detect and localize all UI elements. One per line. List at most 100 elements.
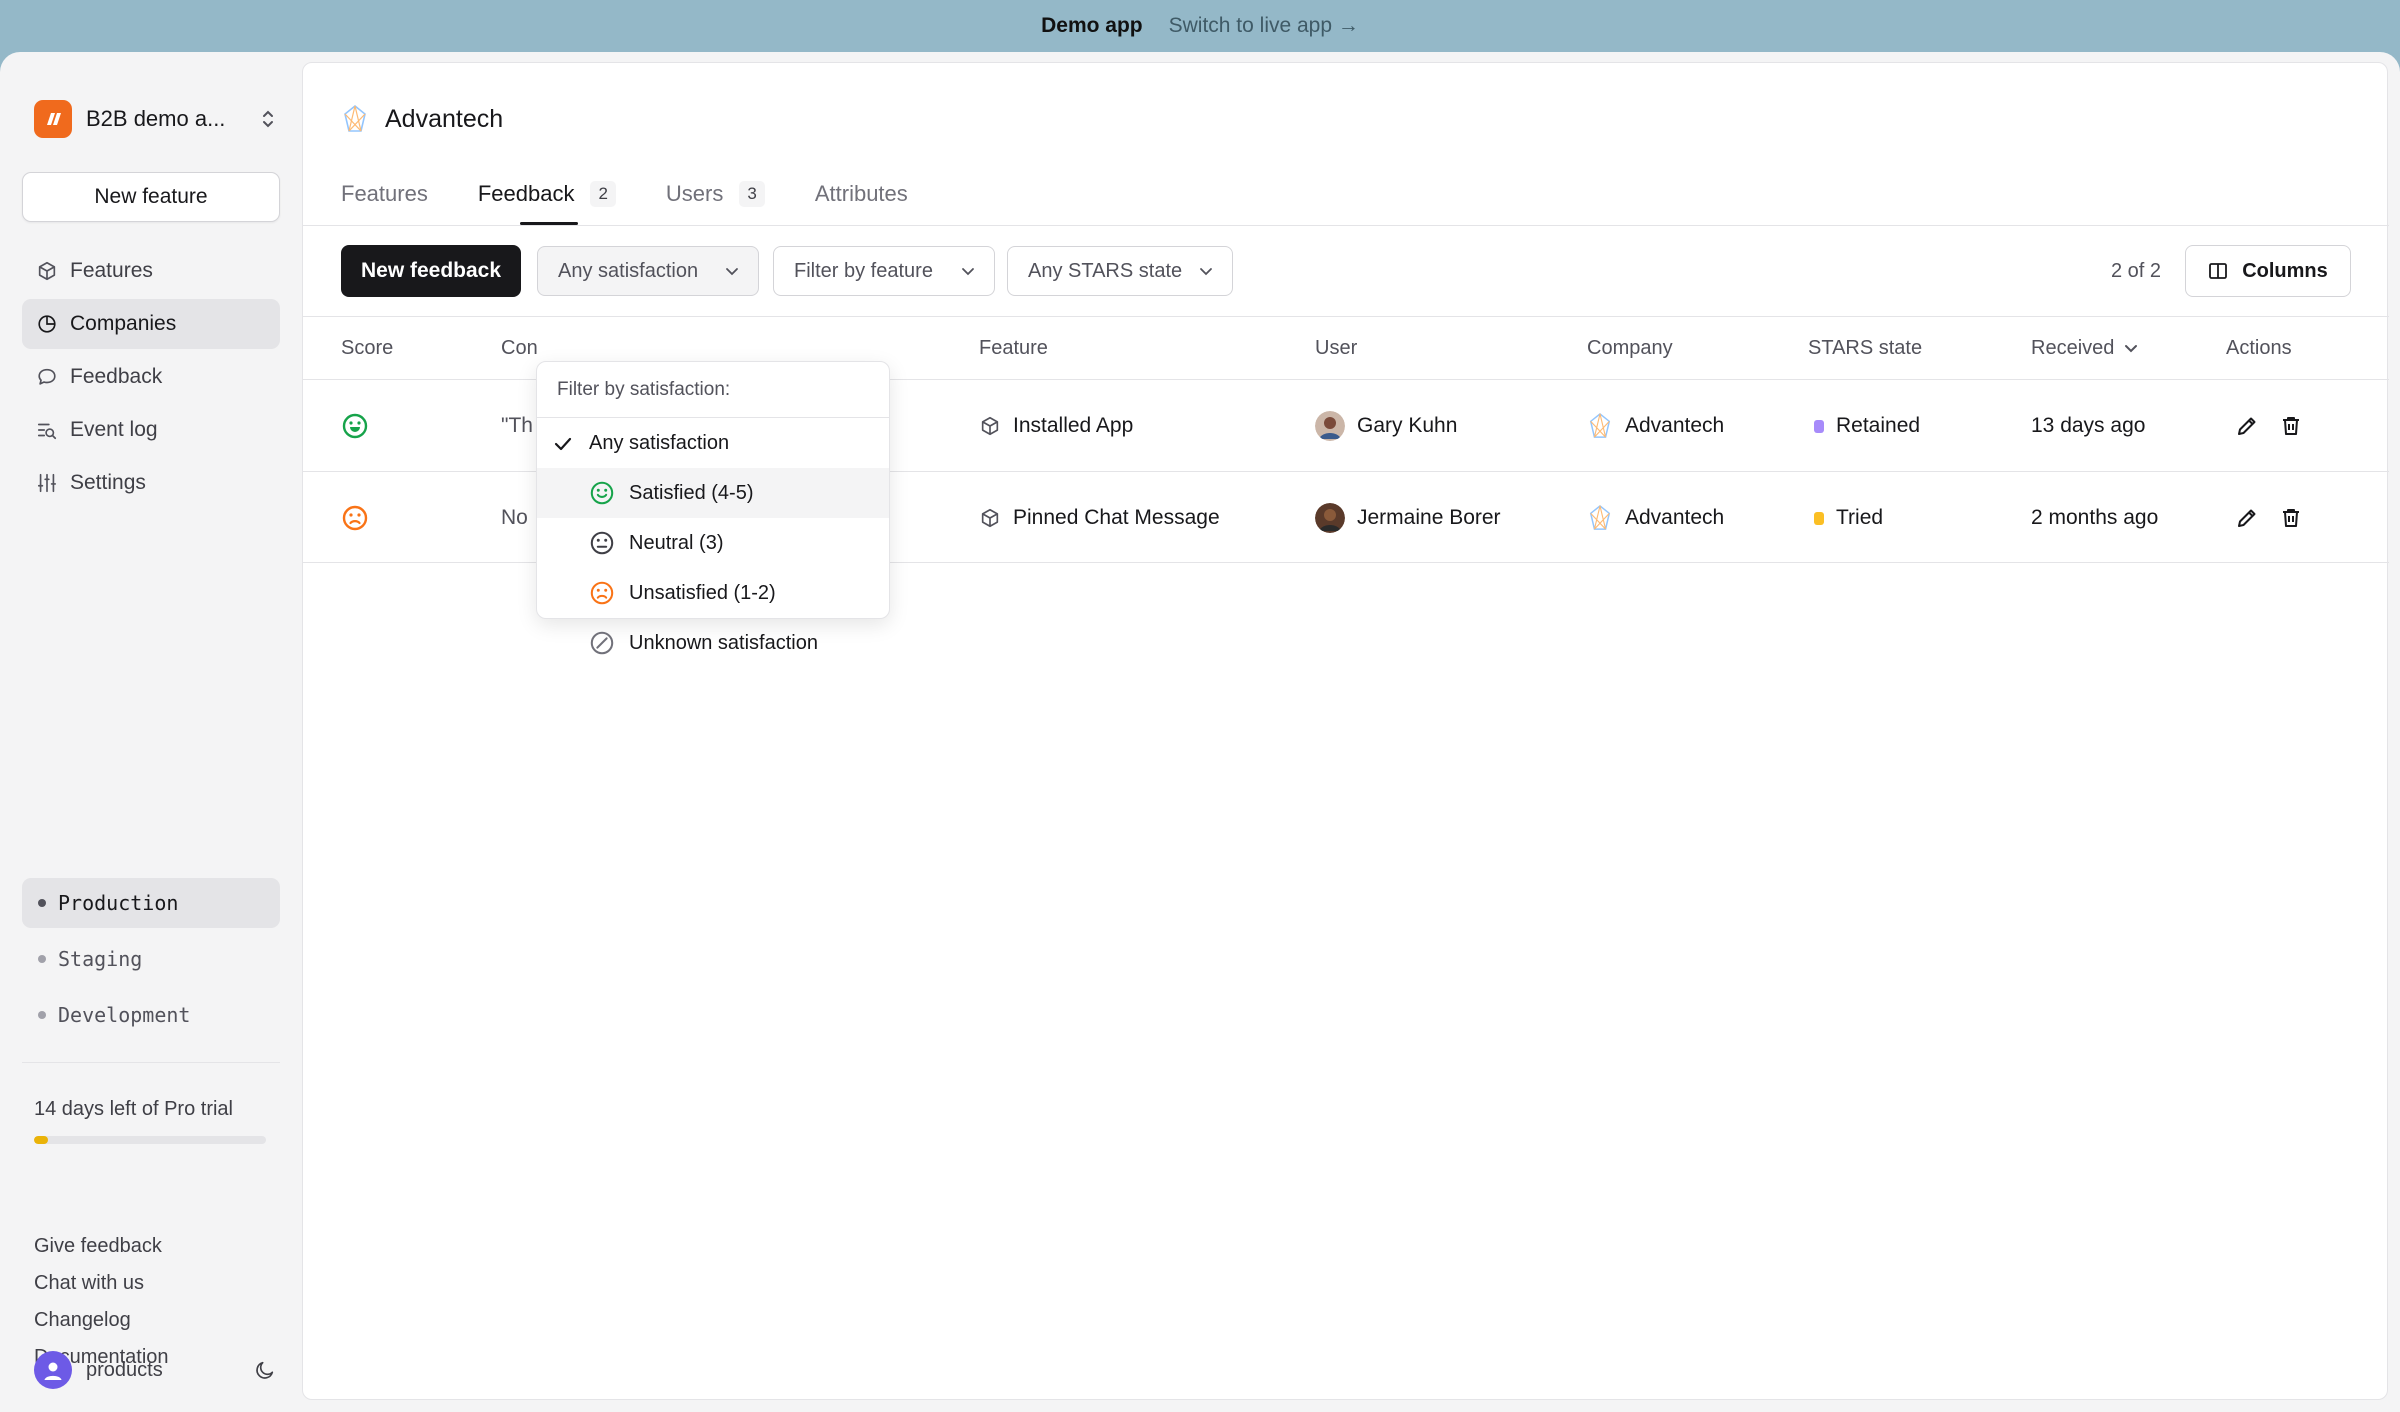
state-label: Retained xyxy=(1836,414,1921,437)
page-title: Advantech xyxy=(385,104,504,133)
env-label: Development xyxy=(58,1003,191,1027)
sidebar-item-companies[interactable]: Companies xyxy=(22,299,280,349)
company-logo-icon xyxy=(1589,412,1611,438)
col-user[interactable]: User xyxy=(1315,317,1357,379)
changelog-link[interactable]: Changelog xyxy=(34,1302,169,1339)
cube-icon xyxy=(981,416,999,436)
sidebar-item-feedback[interactable]: Feedback xyxy=(22,352,280,402)
feature-cell[interactable]: Installed App xyxy=(979,380,1133,472)
event-log-icon xyxy=(37,423,57,440)
switch-to-live-link[interactable]: Switch to live app → xyxy=(1169,14,1359,38)
sidebar-divider xyxy=(22,1062,280,1063)
chat-bubble-icon xyxy=(38,368,56,385)
slash-circle-icon xyxy=(590,631,614,655)
tab-feedback[interactable]: Feedback 2 xyxy=(478,163,616,225)
sidebar-item-label: Features xyxy=(70,259,153,282)
feature-filter[interactable]: Filter by feature xyxy=(773,246,995,296)
satisfaction-dropdown-menu: Filter by satisfaction: Any satisfaction… xyxy=(536,361,890,655)
feature-name: Installed App xyxy=(1013,414,1134,437)
toolbar: New feedback Any satisfaction Filter by … xyxy=(341,245,2351,297)
user-name: Jermaine Borer xyxy=(1357,506,1501,529)
user-cell[interactable]: Jermaine Borer xyxy=(1315,472,1501,564)
cube-icon xyxy=(981,508,999,528)
comment-cell: No xyxy=(501,506,528,529)
environment-list: Production Staging Development xyxy=(22,878,280,1046)
filter-label: Any STARS state xyxy=(1028,259,1183,282)
tab-count-badge: 2 xyxy=(590,181,616,207)
org-switcher[interactable]: B2B demo a... xyxy=(34,98,276,140)
state-label: Tried xyxy=(1836,506,1884,529)
feature-cell[interactable]: Pinned Chat Message xyxy=(979,472,1220,564)
demo-label: Demo app xyxy=(1041,14,1143,37)
env-dot xyxy=(38,899,46,907)
env-production[interactable]: Production xyxy=(22,878,280,928)
frown-icon xyxy=(590,581,614,605)
org-logo-icon xyxy=(34,100,72,138)
sidebar-item-event-log[interactable]: Event log xyxy=(22,405,280,455)
tab-attributes[interactable]: Attributes xyxy=(815,163,908,225)
option-satisfied[interactable]: Satisfied (4-5) xyxy=(537,468,889,518)
new-feature-button[interactable]: New feature xyxy=(22,172,280,222)
col-comment[interactable]: Con xyxy=(501,317,538,379)
feature-name: Pinned Chat Message xyxy=(1013,506,1220,529)
option-any-satisfaction[interactable]: Any satisfaction xyxy=(537,418,889,468)
tab-label: Feedback xyxy=(477,181,575,206)
col-feature[interactable]: Feature xyxy=(979,317,1048,379)
stars-state-filter[interactable]: Any STARS state xyxy=(1007,246,1233,296)
col-received[interactable]: Received xyxy=(2031,317,2138,379)
dropdown-header: Filter by satisfaction: xyxy=(537,362,889,418)
edit-icon[interactable] xyxy=(2235,414,2259,438)
give-feedback-link[interactable]: Give feedback xyxy=(34,1228,169,1265)
sliders-icon xyxy=(37,473,57,493)
env-staging[interactable]: Staging xyxy=(22,934,280,984)
columns-label: Columns xyxy=(2242,259,2328,282)
col-stars-state[interactable]: STARS state xyxy=(1808,317,1922,379)
company-cell[interactable]: Advantech xyxy=(1587,380,1724,472)
option-unsatisfied[interactable]: Unsatisfied (1-2) xyxy=(537,568,889,618)
chevron-down-icon xyxy=(962,268,974,276)
env-dot xyxy=(38,955,46,963)
col-actions: Actions xyxy=(2226,337,2292,359)
edit-icon[interactable] xyxy=(2235,506,2259,530)
columns-button[interactable]: Columns xyxy=(2185,245,2351,297)
env-label: Staging xyxy=(58,947,143,971)
satisfaction-filter[interactable]: Any satisfaction xyxy=(537,246,759,296)
trash-icon[interactable] xyxy=(2279,414,2303,438)
tab-label: Attributes xyxy=(814,181,908,206)
tab-users[interactable]: Users 3 xyxy=(666,163,765,225)
company-cell[interactable]: Advantech xyxy=(1587,472,1724,564)
frown-icon xyxy=(342,505,368,531)
env-development[interactable]: Development xyxy=(22,990,280,1040)
sidebar: B2B demo a... New feature Features Compa… xyxy=(0,52,300,1412)
moon-icon[interactable] xyxy=(254,1359,276,1381)
user-menu[interactable]: products xyxy=(34,1350,276,1390)
chevron-down-icon xyxy=(1200,268,1212,276)
chat-with-us-link[interactable]: Chat with us xyxy=(34,1265,169,1302)
score-cell xyxy=(341,380,369,472)
actions-cell xyxy=(2235,472,2303,564)
trash-icon[interactable] xyxy=(2279,506,2303,530)
trial-progress-fill xyxy=(34,1136,48,1144)
tab-features[interactable]: Features xyxy=(341,163,428,225)
user-cell[interactable]: Gary Kuhn xyxy=(1315,380,1457,472)
user-avatar xyxy=(1315,503,1345,533)
env-label: Production xyxy=(58,891,179,915)
col-received-label: Received xyxy=(2031,337,2115,359)
col-score[interactable]: Score xyxy=(341,317,393,379)
columns-icon xyxy=(2209,263,2228,279)
user-avatar xyxy=(1315,411,1345,441)
sidebar-item-features[interactable]: Features xyxy=(22,246,280,296)
col-company[interactable]: Company xyxy=(1587,317,1673,379)
tab-count-badge: 3 xyxy=(739,181,765,207)
sidebar-item-settings[interactable]: Settings xyxy=(22,458,280,508)
check-icon xyxy=(554,437,572,451)
new-feedback-button[interactable]: New feedback xyxy=(341,245,521,297)
sidebar-item-label: Settings xyxy=(70,471,146,494)
cube-icon xyxy=(38,261,56,281)
option-label: Neutral (3) xyxy=(629,531,724,554)
neutral-face-icon xyxy=(590,531,614,555)
option-label: Satisfied (4-5) xyxy=(629,481,754,504)
option-neutral[interactable]: Neutral (3) xyxy=(537,518,889,568)
option-unknown[interactable]: Unknown satisfaction xyxy=(537,618,889,668)
tab-bar: Features Feedback 2 Users 3 Attributes xyxy=(341,163,908,225)
